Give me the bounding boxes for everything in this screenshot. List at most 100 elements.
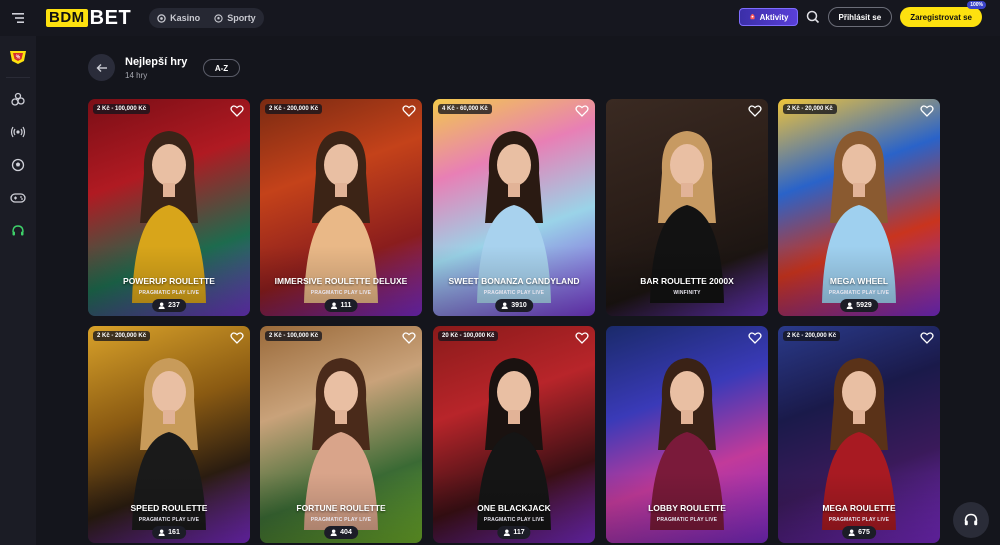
bet-limit-badge: 4 Kč - 60,000 Kč — [438, 104, 492, 114]
favorite-heart-icon[interactable] — [748, 331, 762, 345]
sidebar-divider — [6, 77, 30, 78]
player-count: 111 — [340, 302, 352, 309]
casino-sports-switch: Kasino Sporty — [149, 8, 264, 28]
sidebar-item-promo[interactable]: % — [0, 40, 36, 73]
player-count: 161 — [168, 529, 180, 536]
player-count: 675 — [858, 529, 870, 536]
headset-icon — [12, 224, 24, 235]
logo[interactable]: BDM BET — [46, 7, 131, 30]
game-provider: PRAGMATIC PLAY LIVE — [138, 290, 200, 296]
game-card[interactable]: BAR ROULETTE 2000X WINFINITY — [606, 99, 768, 316]
sidebar-item-games[interactable] — [0, 181, 36, 214]
game-title: LOBBY ROULETTE — [648, 503, 726, 513]
player-count: 117 — [513, 529, 525, 536]
casino-tab[interactable]: Kasino — [157, 13, 200, 23]
game-card[interactable]: 2 Kč - 100,000 Kč POWERUP ROULETTE PRAGM… — [88, 99, 250, 316]
bet-limit-badge: 2 Kč - 200,000 Kč — [265, 104, 323, 114]
game-card[interactable]: 2 Kč - 200,000 Kč SPEED ROULETTE PRAGMAT… — [88, 326, 250, 543]
logo-bdm: BDM — [46, 9, 88, 27]
favorite-heart-icon[interactable] — [230, 104, 244, 118]
player-count: 404 — [340, 529, 352, 536]
favorite-heart-icon[interactable] — [920, 331, 934, 345]
game-provider: PRAGMATIC PLAY LIVE — [656, 517, 718, 523]
logo-bet: BET — [89, 6, 132, 29]
sidebar-item-casino[interactable] — [0, 82, 36, 115]
dice-icon — [11, 92, 25, 106]
game-card[interactable]: 2 Kč - 200,000 Kč IMMERSIVE ROULETTE DEL… — [260, 99, 422, 316]
top-bar: BDM BET Kasino Sporty Aktivity Přihlásit… — [0, 0, 1000, 36]
sidebar-item-support[interactable] — [0, 214, 36, 247]
user-icon — [501, 302, 508, 309]
player-count-badge: 237 — [152, 299, 186, 312]
register-button[interactable]: Zaregistrovat se 100% — [900, 1, 986, 27]
bet-limit-badge: 2 Kč - 100,000 Kč — [93, 104, 151, 114]
user-icon — [158, 302, 165, 309]
bonus-badge: 100% — [967, 1, 986, 9]
promo-badge-icon: % — [10, 50, 26, 64]
bet-limit-badge: 2 Kč - 200,000 Kč — [93, 331, 151, 341]
back-button[interactable] — [88, 54, 115, 81]
game-provider: PRAGMATIC PLAY LIVE — [138, 517, 200, 523]
player-count: 3910 — [511, 302, 527, 309]
menu-toggle-icon[interactable] — [0, 0, 36, 36]
game-title: IMMERSIVE ROULETTE DELUXE — [274, 276, 408, 286]
player-count-badge: 675 — [842, 526, 876, 539]
game-title: SWEET BONANZA CANDYLAND — [448, 276, 580, 286]
soccer-ball-icon — [11, 158, 25, 171]
game-card[interactable]: 4 Kč - 60,000 Kč SWEET BONANZA CANDYLAND… — [433, 99, 595, 316]
football-icon — [214, 13, 223, 23]
player-count-badge: 3910 — [495, 299, 533, 312]
game-card[interactable]: 20 Kč - 100,000 Kč ONE BLACKJACK PRAGMAT… — [433, 326, 595, 543]
page-title: Nejlepší hry — [125, 56, 188, 68]
user-icon — [848, 529, 855, 536]
sports-tab-label: Sporty — [227, 13, 256, 23]
game-card[interactable]: 2 Kč - 20,000 Kč MEGA WHEEL PRAGMATIC PL… — [778, 99, 940, 316]
live-broadcast-icon — [10, 126, 26, 137]
player-count-badge: 5929 — [840, 299, 878, 312]
favorite-heart-icon[interactable] — [575, 331, 589, 345]
favorite-heart-icon[interactable] — [402, 331, 416, 345]
bet-limit-badge: 2 Kč - 200,000 Kč — [783, 331, 841, 341]
game-title: MEGA WHEEL — [829, 276, 889, 286]
game-title: FORTUNE ROULETTE — [296, 503, 386, 513]
favorite-heart-icon[interactable] — [575, 104, 589, 118]
sidebar-item-sports[interactable] — [0, 148, 36, 181]
games-count: 14 hry — [125, 71, 148, 80]
player-count-badge: 111 — [324, 299, 358, 312]
favorite-heart-icon[interactable] — [920, 104, 934, 118]
arrow-left-icon — [96, 63, 107, 72]
user-icon — [330, 529, 337, 536]
live-support-button[interactable] — [953, 502, 989, 538]
game-title: ONE BLACKJACK — [477, 503, 551, 513]
player-count-badge: 117 — [497, 526, 531, 539]
favorite-heart-icon[interactable] — [402, 104, 416, 118]
game-provider: PRAGMATIC PLAY LIVE — [310, 517, 372, 523]
main-content: Nejlepší hry 14 hry A-Z 2 Kč - 100,000 K… — [36, 36, 1000, 545]
gamepad-icon — [10, 192, 26, 203]
bet-limit-badge: 20 Kč - 100,000 Kč — [438, 331, 499, 341]
game-provider: PRAGMATIC PLAY LIVE — [483, 517, 545, 523]
game-title: BAR ROULETTE 2000X — [640, 276, 734, 286]
player-count: 5929 — [856, 302, 872, 309]
game-card[interactable]: LOBBY ROULETTE PRAGMATIC PLAY LIVE — [606, 326, 768, 543]
game-card[interactable]: 2 Kč - 100,000 Kč FORTUNE ROULETTE PRAGM… — [260, 326, 422, 543]
favorite-heart-icon[interactable] — [748, 104, 762, 118]
activity-label: Aktivity — [759, 12, 789, 22]
game-title: SPEED ROULETTE — [130, 503, 208, 513]
sidebar-item-live[interactable] — [0, 115, 36, 148]
login-button[interactable]: Přihlásit se — [827, 7, 893, 27]
game-provider: WINFINITY — [673, 290, 701, 296]
game-provider: PRAGMATIC PLAY LIVE — [310, 290, 372, 296]
user-icon — [503, 529, 510, 536]
search-icon[interactable] — [806, 10, 820, 24]
svg-text:%: % — [16, 54, 21, 60]
activity-button[interactable]: Aktivity — [738, 8, 798, 26]
game-card[interactable]: 2 Kč - 200,000 Kč MEGA ROULETTE PRAGMATI… — [778, 326, 940, 543]
rocket-icon — [749, 13, 755, 19]
player-count-badge: 161 — [152, 526, 186, 539]
sort-az-button[interactable]: A-Z — [203, 59, 240, 77]
bet-limit-badge: 2 Kč - 20,000 Kč — [783, 104, 837, 114]
favorite-heart-icon[interactable] — [230, 331, 244, 345]
sports-tab[interactable]: Sporty — [214, 13, 256, 23]
register-label: Zaregistrovat se — [910, 12, 972, 22]
